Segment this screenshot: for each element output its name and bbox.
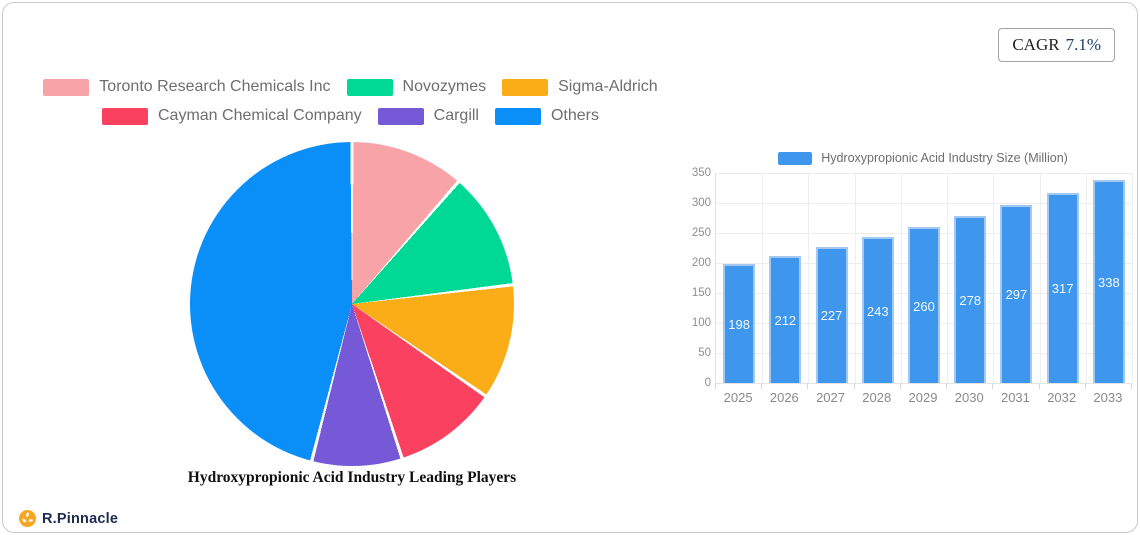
legend-swatch: [43, 78, 90, 96]
x-axis-tick-label: 2027: [816, 390, 845, 405]
bar-legend-label: Hydroxypropionic Acid Industry Size (Mil…: [821, 151, 1068, 165]
x-axis-tickmark: [761, 383, 763, 389]
legend-label: Sigma-Aldrich: [558, 78, 658, 95]
v-gridline: [808, 173, 810, 383]
y-axis-tick-label: 350: [691, 167, 711, 179]
bar-2026: 212: [769, 255, 802, 383]
x-axis-tick-label: 2031: [1000, 390, 1030, 405]
v-gridline: [854, 173, 856, 383]
bar-value-label: 260: [913, 298, 935, 314]
legend-label: Novozymes: [402, 78, 487, 95]
y-axis-tick-label: 200: [691, 257, 711, 269]
x-axis-tick-label: 2032: [1047, 390, 1077, 405]
v-gridline: [1132, 173, 1133, 383]
v-gridline: [900, 173, 902, 383]
bar-2029: 260: [908, 227, 940, 383]
x-axis-tick-label: 2033: [1093, 390, 1123, 405]
legend-item-sigma-aldrich[interactable]: Sigma-Aldrich: [502, 76, 658, 98]
x-axis-tickmark: [853, 383, 855, 389]
bar-value-label: 278: [959, 293, 982, 309]
report-card: CAGR 7.1% Toronto Research Chemicals Inc N…: [2, 2, 1138, 533]
bar-2027: 227: [815, 246, 848, 383]
y-axis-tick-label: 100: [691, 317, 711, 329]
legend-item-cargill[interactable]: Cargill: [377, 105, 479, 127]
bar-value-label: 227: [820, 308, 843, 324]
bar-legend-item[interactable]: Hydroxypropionic Acid Industry Size (Mil…: [715, 151, 1131, 165]
x-axis-tickmark: [807, 383, 809, 389]
legend-label: Cayman Chemical Company: [158, 107, 362, 124]
cagr-value: 7.1%: [1065, 35, 1101, 54]
x-axis-tickmark: [1131, 383, 1132, 389]
y-axis-tick-label: 150: [691, 287, 711, 299]
y-axis-tick-label: 300: [691, 197, 711, 209]
y-axis-tick-label: 0: [704, 377, 711, 389]
bar-value-label: 198: [728, 317, 750, 333]
bar-2033: 338: [1092, 180, 1125, 383]
y-axis-tick-label: 50: [698, 347, 711, 359]
pie-chart: [190, 142, 514, 466]
x-axis-tickmark: [1038, 383, 1040, 389]
bar-value-label: 243: [866, 303, 889, 319]
y-axis-tick-label: 250: [691, 227, 711, 239]
x-axis-tick-label: 2025: [723, 390, 753, 405]
legend-swatch: [502, 78, 549, 96]
brand-watermark: R.Pinnacle: [19, 510, 118, 527]
bar-2030: 278: [954, 216, 987, 383]
x-axis-tick-label: 2029: [908, 390, 938, 405]
x-axis-tickmark: [992, 383, 994, 389]
legend-swatch: [346, 78, 393, 96]
legend-item-novozymes[interactable]: Novozymes: [346, 76, 487, 98]
legend-swatch: [494, 107, 541, 125]
bar-2028: 243: [861, 237, 894, 383]
legend-label: Cargill: [433, 107, 479, 124]
h-gridline: [716, 173, 1132, 174]
x-axis-tickmark: [899, 383, 901, 389]
cagr-badge: CAGR 7.1%: [998, 28, 1115, 62]
legend-swatch: [102, 107, 148, 125]
bar-value-label: 212: [774, 312, 797, 328]
brand-name: R.Pinnacle: [42, 510, 119, 527]
v-gridline: [993, 173, 995, 383]
bar-value-label: 297: [1005, 287, 1028, 303]
bar-2025: 198: [723, 264, 756, 383]
bar-2031: 297: [1000, 204, 1033, 383]
cagr-label: CAGR: [1012, 35, 1060, 54]
legend-item-toronto-research-chemicals-inc[interactable]: Toronto Research Chemicals Inc: [43, 76, 331, 98]
v-gridline: [947, 173, 949, 383]
pie-legend: Toronto Research Chemicals Inc Novozymes S…: [18, 76, 683, 127]
bar-plot: 198 212 227 243 260 278 297 317 338: [715, 173, 1133, 384]
x-axis-tick-label: 2030: [954, 390, 984, 405]
x-axis-tickmark: [1084, 383, 1086, 389]
v-gridline: [762, 173, 764, 383]
bar-legend-swatch: [778, 151, 813, 165]
v-gridline: [1039, 173, 1041, 383]
legend-item-cayman-chemical-company[interactable]: Cayman Chemical Company: [102, 105, 362, 127]
legend-swatch: [377, 107, 424, 125]
legend-item-others[interactable]: Others: [494, 105, 599, 127]
pinnacle-logo-icon: [19, 510, 36, 527]
v-gridline: [1085, 173, 1087, 383]
x-axis-tickmark: [946, 383, 948, 389]
x-axis-tick-label: 2026: [769, 390, 799, 405]
bar-value-label: 317: [1051, 281, 1074, 297]
legend-label: Toronto Research Chemicals Inc: [99, 78, 331, 95]
bar-chart: Hydroxypropionic Acid Industry Size (Mil…: [691, 145, 1139, 415]
bar-2032: 317: [1046, 192, 1079, 383]
x-axis-tick-label: 2028: [862, 390, 892, 405]
x-axis-tickmark: [715, 383, 716, 389]
bar-value-label: 338: [1098, 275, 1120, 291]
pie-chart-title: Hydroxypropionic Acid Industry Leading P…: [187, 469, 517, 486]
legend-label: Others: [550, 107, 599, 124]
